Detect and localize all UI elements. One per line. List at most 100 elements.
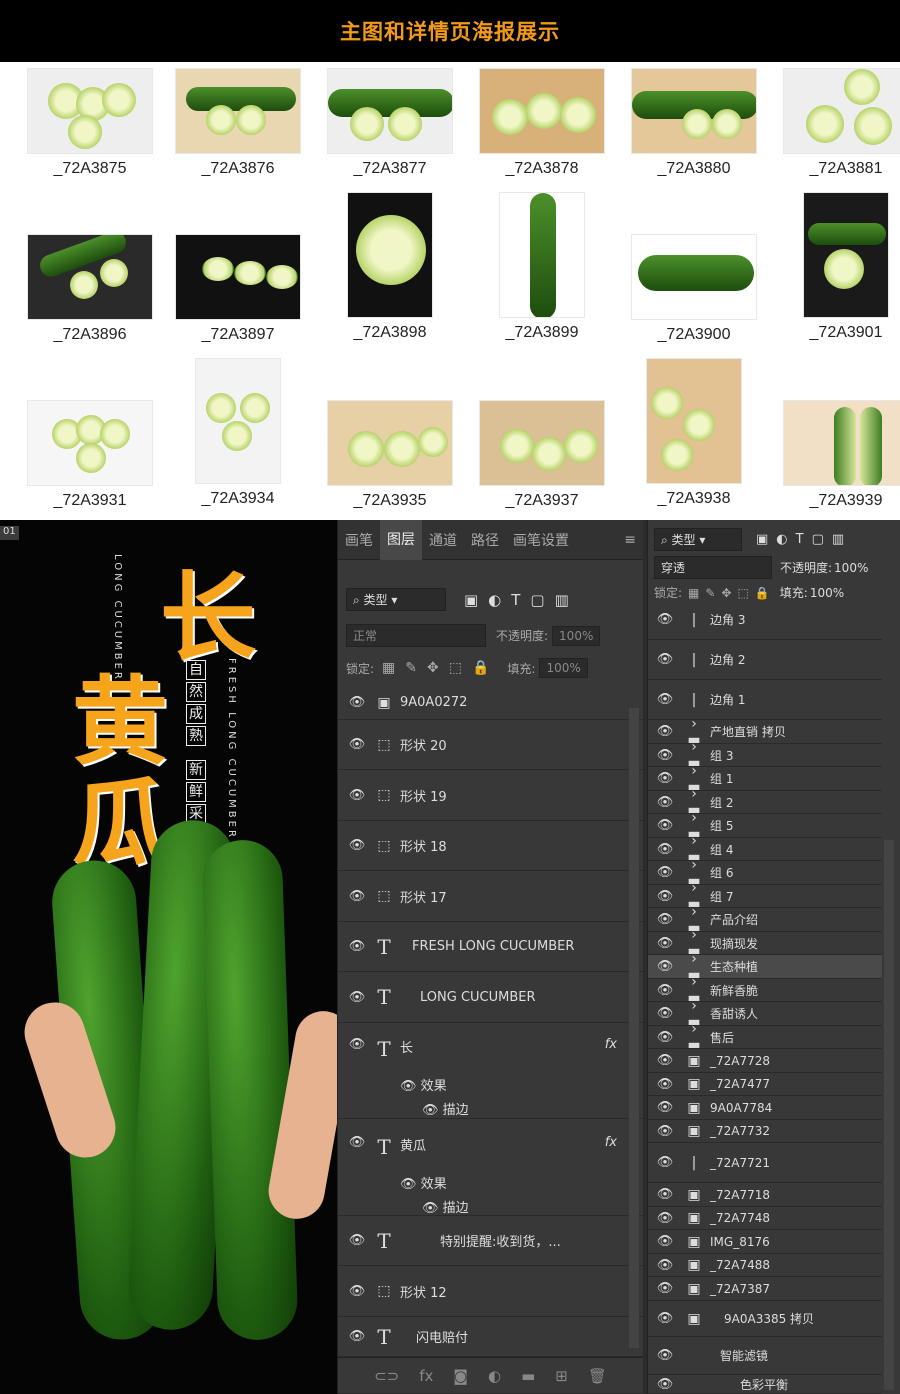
thumbnail-image[interactable] (195, 358, 281, 484)
filter-kind-select[interactable]: ⌕ 类型 ▾ (654, 528, 742, 551)
visibility-eye-icon[interactable]: 👁 (346, 1329, 368, 1344)
thumbnail-image[interactable] (783, 68, 900, 154)
visibility-eye-icon[interactable]: 👁 (346, 788, 368, 803)
thumbnail[interactable]: _72A3897 (162, 234, 314, 344)
thumbnail[interactable]: _72A3877 (314, 68, 466, 178)
fill-input[interactable]: 100% (539, 658, 588, 678)
fx-icon[interactable]: fx (605, 1037, 617, 1052)
visibility-eye-icon[interactable]: 👁 (654, 1030, 676, 1045)
visibility-eye-icon[interactable]: 👁 (654, 1100, 676, 1115)
layer-row[interactable]: 👁 ▣ _72A7387 (648, 1277, 882, 1301)
fill-input[interactable]: 100% (810, 586, 844, 600)
layer-row[interactable]: 👁 T 闪电赔付 (338, 1317, 643, 1357)
visibility-eye-icon[interactable]: 👁 (654, 1053, 676, 1068)
thumbnail-image[interactable] (499, 192, 585, 318)
thumbnail[interactable]: _72A3878 (466, 68, 618, 178)
tab-brush[interactable]: 画笔 (338, 530, 380, 550)
visibility-eye-icon[interactable]: 👁 (654, 1187, 676, 1202)
stroke-effect[interactable]: 👁 描边 (422, 1197, 469, 1216)
visibility-eye-icon[interactable]: 👁 (654, 912, 676, 927)
tab-paths[interactable]: 路径 (464, 530, 506, 550)
visibility-eye-icon[interactable]: 👁 (346, 990, 368, 1005)
layer-row[interactable]: 👁 ⬚ 形状 12 (338, 1266, 643, 1317)
layer-row[interactable]: 👁 ▣ 9A0A3385 拷贝 (648, 1301, 882, 1337)
layer-row[interactable]: 👁 ▣ IMG_8176 (648, 1230, 882, 1254)
visibility-eye-icon[interactable]: 👁 (654, 865, 676, 880)
lock-icons[interactable]: ▦✎✥⬚🔒 (382, 660, 499, 676)
layer-row[interactable]: 👁 ⬚ 形状 18 (338, 821, 643, 871)
layer-row[interactable]: 👁 ▣ _72A7718 (648, 1183, 882, 1207)
visibility-eye-icon[interactable]: 👁 (654, 724, 676, 739)
visibility-eye-icon[interactable]: 👁 (346, 1233, 368, 1248)
scrollbar[interactable] (629, 708, 639, 1348)
thumbnail[interactable]: _72A3931 (14, 400, 166, 510)
effects-label[interactable]: 👁 效果 (400, 1075, 447, 1094)
thumbnail[interactable]: _72A3898 (314, 192, 466, 342)
thumbnail-image[interactable] (479, 400, 605, 486)
tab-channels[interactable]: 通道 (422, 530, 464, 550)
visibility-eye-icon[interactable]: 👁 (654, 1077, 676, 1092)
layer-row[interactable]: 👁 ▣ _72A7748 (648, 1207, 882, 1230)
link-icon[interactable]: ⊂⊃ (374, 1367, 399, 1385)
lock-icons[interactable]: ▦✎✥⬚🔒 (688, 586, 776, 600)
thumbnail-image[interactable] (27, 400, 153, 486)
visibility-eye-icon[interactable]: 👁 (346, 939, 368, 954)
panel-menu-icon[interactable]: ≡ (617, 532, 643, 548)
visibility-eye-icon[interactable]: 👁 (654, 1258, 676, 1273)
thumbnail[interactable]: _72A3935 (314, 400, 466, 510)
thumbnail-image[interactable] (631, 68, 757, 154)
thumbnail[interactable]: _72A3876 (162, 68, 314, 178)
layer-row[interactable]: 👁 T 特别提醒:收到货，... (338, 1216, 643, 1266)
visibility-eye-icon[interactable]: 👁 (654, 1348, 676, 1363)
thumbnail-image[interactable] (783, 400, 900, 486)
layer-row[interactable]: 👁 T 黄瓜 fx 👁 效果 👁 描边 (338, 1119, 643, 1216)
visibility-eye-icon[interactable]: 👁 (654, 1155, 676, 1170)
thumbnail-image[interactable] (479, 68, 605, 154)
thumbnail-image[interactable] (27, 68, 153, 154)
visibility-eye-icon[interactable]: 👁 (346, 889, 368, 904)
visibility-eye-icon[interactable]: 👁 (654, 1234, 676, 1249)
visibility-eye-icon[interactable]: 👁 (346, 1135, 368, 1150)
document-tab[interactable]: 01 (0, 526, 19, 540)
thumbnail[interactable]: _72A3939 (770, 400, 900, 510)
visibility-eye-icon[interactable]: 👁 (654, 842, 676, 857)
layer-row[interactable]: 👁 ▣ 9A0A7784 (648, 1096, 882, 1120)
thumbnail[interactable]: _72A3880 (618, 68, 770, 178)
thumbnail-image[interactable] (631, 234, 757, 320)
thumbnail-image[interactable] (803, 192, 889, 318)
filter-icons[interactable]: ▣◐T▢▥ (464, 591, 579, 609)
visibility-eye-icon[interactable]: 👁 (654, 983, 676, 998)
layer-row[interactable]: 👁 ▣ _72A7488 (648, 1254, 882, 1277)
blend-mode-select[interactable]: 穿透 (654, 556, 772, 579)
layer-row[interactable]: 👁 ⬚ 形状 19 (338, 770, 643, 821)
layer-row[interactable]: 👁 色彩平衡 (648, 1375, 882, 1394)
layer-row[interactable]: 👁 | 边角 3 (648, 600, 882, 640)
visibility-eye-icon[interactable]: 👁 (346, 838, 368, 853)
document-canvas[interactable]: 01 长 黄 瓜 自 然 成 熟 新 鲜 采 摘 LONG CUCUMBER F… (0, 520, 337, 1394)
thumbnail[interactable]: _72A3938 (618, 358, 770, 508)
visibility-eye-icon[interactable]: 👁 (654, 889, 676, 904)
stroke-effect[interactable]: 👁 描边 (422, 1099, 469, 1118)
visibility-eye-icon[interactable]: 👁 (654, 936, 676, 951)
mask-icon[interactable]: ◙ (453, 1367, 468, 1385)
visibility-eye-icon[interactable]: 👁 (654, 748, 676, 763)
layer-row[interactable]: 👁 ⬚ 形状 17 (338, 871, 643, 922)
fx-add-icon[interactable]: fx (419, 1367, 433, 1385)
visibility-eye-icon[interactable]: 👁 (654, 959, 676, 974)
layer-row[interactable]: 👁 ▣ _72A7728 (648, 1049, 882, 1073)
visibility-eye-icon[interactable]: 👁 (654, 795, 676, 810)
layer-row[interactable]: 👁 T 长 fx 👁 效果 👁 描边 (338, 1023, 643, 1119)
new-group-icon[interactable]: ▬ (521, 1367, 535, 1385)
thumbnail[interactable]: _72A3896 (14, 234, 166, 344)
layer-row[interactable]: 👁 T LONG CUCUMBER (338, 972, 643, 1023)
visibility-eye-icon[interactable]: 👁 (654, 1281, 676, 1296)
filter-kind-select[interactable]: ⌕ 类型 ▾ (346, 588, 446, 611)
thumbnail-image[interactable] (27, 234, 153, 320)
effects-label[interactable]: 👁 效果 (400, 1173, 447, 1192)
layer-row[interactable]: 👁 ▣ _72A7477 (648, 1073, 882, 1096)
layer-row[interactable]: 👁 | 边角 2 (648, 640, 882, 680)
visibility-eye-icon[interactable]: 👁 (654, 1311, 676, 1326)
thumbnail-image[interactable] (175, 68, 301, 154)
visibility-eye-icon[interactable]: 👁 (654, 1124, 676, 1139)
visibility-eye-icon[interactable]: 👁 (346, 737, 368, 752)
